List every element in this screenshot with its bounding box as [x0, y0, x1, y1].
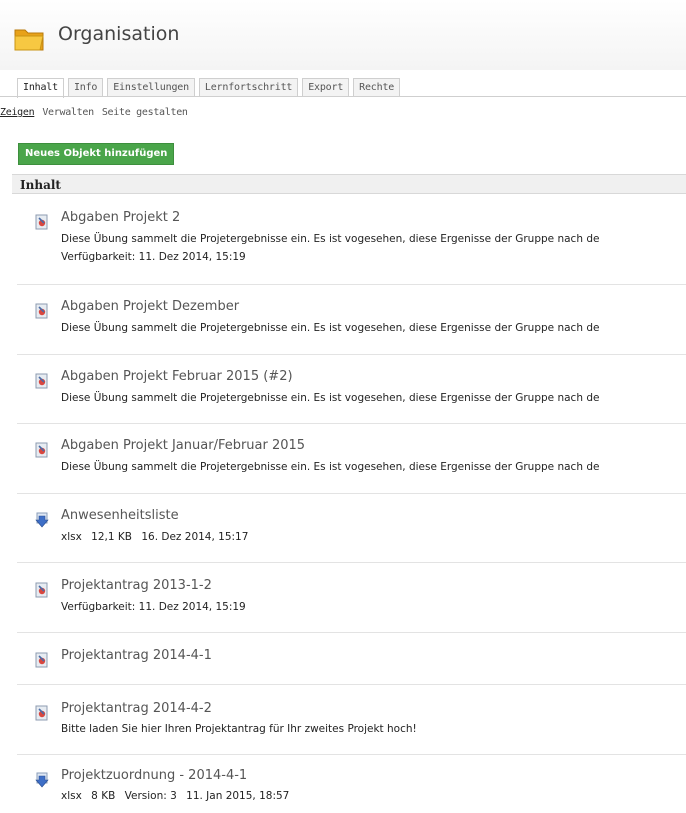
tab-lernfortschritt[interactable]: Lernfortschritt	[198, 78, 299, 97]
section-header: Inhalt	[12, 174, 686, 194]
item-divider	[17, 684, 686, 685]
add-object-button[interactable]: Neues Objekt hinzufügen	[18, 143, 175, 165]
item-title-link[interactable]: Projektantrag 2013-1-2	[61, 578, 212, 593]
file-size: 12,1 KB	[91, 531, 132, 543]
item-divider	[17, 354, 686, 355]
item-divider	[17, 284, 686, 285]
item-description: Diese Übung sammelt die Projetergebnisse…	[61, 461, 600, 473]
tab-export[interactable]: Export	[302, 78, 350, 97]
tab-einstellungen[interactable]: Einstellungen	[107, 78, 195, 97]
file-date: 11. Jan 2015, 18:57	[186, 790, 290, 802]
exercise-icon	[35, 705, 48, 721]
tab-divider	[0, 96, 686, 97]
exercise-icon	[35, 442, 48, 458]
exercise-icon	[35, 214, 48, 230]
header-bar: Organisation	[0, 0, 686, 70]
tab-info[interactable]: Info	[67, 78, 104, 97]
exercise-icon	[35, 652, 48, 668]
item-divider	[17, 423, 686, 424]
subtab-verwalten[interactable]: Verwalten	[42, 107, 94, 118]
subtab-bar: Zeigen Verwalten Seite gestalten	[0, 107, 188, 118]
item-description: Diese Übung sammelt die Projetergebnisse…	[61, 233, 600, 245]
item-file-meta: xlsx 12,1 KB 16. Dez 2014, 15:17	[61, 531, 254, 543]
tab-bar: Inhalt Info Einstellungen Lernfortschrit…	[17, 78, 401, 98]
item-divider	[17, 632, 686, 633]
item-title-link[interactable]: Abgaben Projekt 2	[61, 210, 180, 225]
item-title-link[interactable]: Projektzuordnung - 2014-4-1	[61, 768, 247, 783]
item-description: Diese Übung sammelt die Projetergebnisse…	[61, 392, 600, 404]
item-divider	[17, 754, 686, 755]
file-version: Version: 3	[124, 790, 177, 802]
file-date: 16. Dez 2014, 15:17	[141, 531, 249, 543]
item-title-link[interactable]: Projektantrag 2014-4-2	[61, 701, 212, 716]
item-availability: Verfügbarkeit: 11. Dez 2014, 15:19	[61, 601, 246, 613]
item-divider	[17, 562, 686, 563]
tab-rechte[interactable]: Rechte	[353, 78, 401, 97]
file-download-icon	[35, 512, 49, 528]
item-title-link[interactable]: Abgaben Projekt Dezember	[61, 299, 239, 314]
item-title-link[interactable]: Anwesenheitsliste	[61, 508, 179, 523]
item-title-link[interactable]: Abgaben Projekt Februar 2015 (#2)	[61, 369, 293, 384]
item-title-link[interactable]: Abgaben Projekt Januar/Februar 2015	[61, 438, 305, 453]
page-title: Organisation	[58, 23, 180, 45]
item-availability: Verfügbarkeit: 11. Dez 2014, 15:19	[61, 251, 246, 263]
exercise-icon	[35, 373, 48, 389]
file-download-icon	[35, 772, 49, 788]
item-description: Bitte laden Sie hier Ihren Projektantrag…	[61, 723, 417, 735]
exercise-icon	[35, 303, 48, 319]
subtab-seite-gestalten[interactable]: Seite gestalten	[102, 107, 188, 118]
item-file-meta: xlsx 8 KB Version: 3 11. Jan 2015, 18:57	[61, 790, 295, 802]
exercise-icon	[35, 582, 48, 598]
item-divider	[17, 493, 686, 494]
file-size: 8 KB	[91, 790, 116, 802]
tab-inhalt[interactable]: Inhalt	[17, 78, 64, 98]
file-type: xlsx	[61, 531, 82, 543]
subtab-zeigen[interactable]: Zeigen	[0, 107, 35, 118]
item-description: Diese Übung sammelt die Projetergebnisse…	[61, 322, 600, 334]
item-title-link[interactable]: Projektantrag 2014-4-1	[61, 648, 212, 663]
folder-icon	[14, 29, 44, 51]
file-type: xlsx	[61, 790, 82, 802]
